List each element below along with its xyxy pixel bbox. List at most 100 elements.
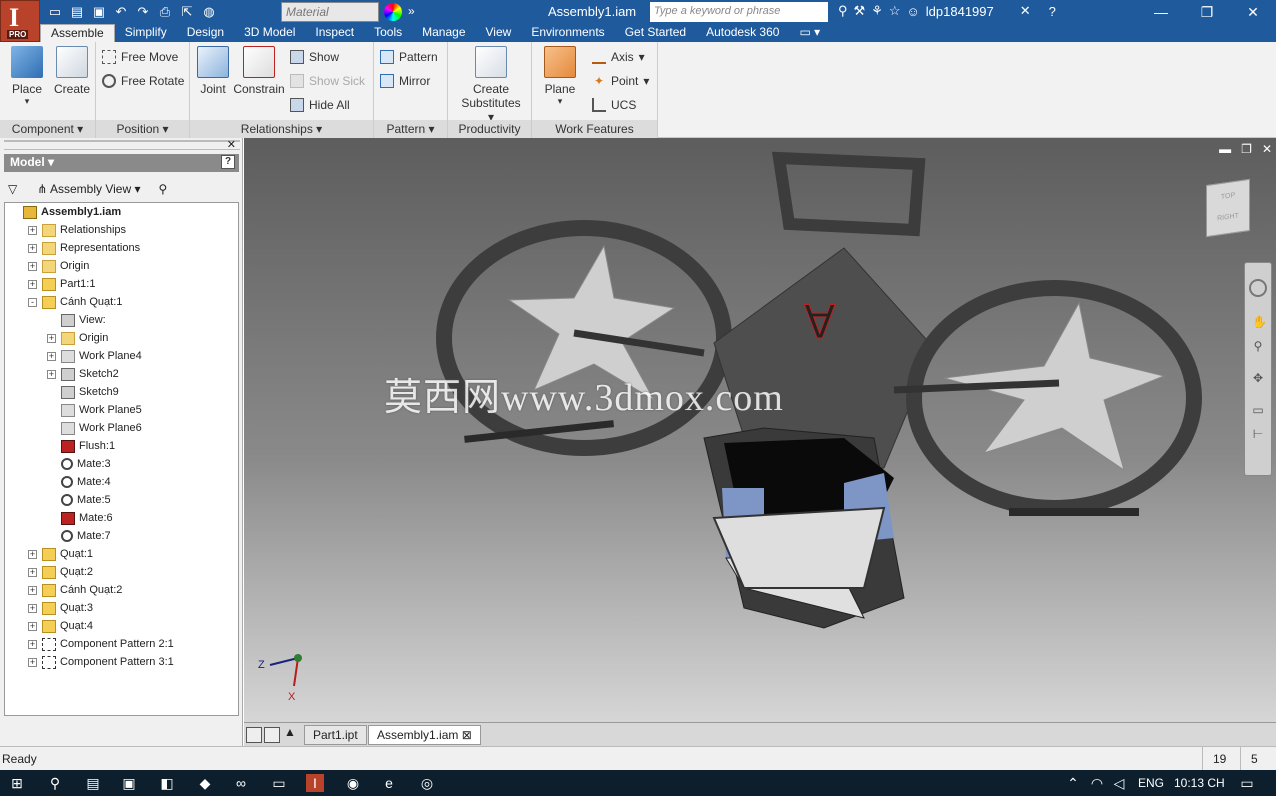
- material-dropdown[interactable]: Material: [281, 2, 379, 22]
- expand-toggle-icon[interactable]: +: [47, 351, 56, 361]
- task-view-icon[interactable]: ▤: [84, 774, 102, 792]
- point-button[interactable]: ✦ Point ▾: [592, 74, 649, 88]
- tree-node[interactable]: Mate:6: [47, 509, 113, 527]
- arrange-windows-icon[interactable]: [264, 727, 280, 743]
- minimize-button[interactable]: —: [1138, 0, 1184, 24]
- tree-node[interactable]: Mate:3: [47, 455, 111, 473]
- hide-all-button[interactable]: Hide All: [290, 98, 350, 112]
- tree-node[interactable]: + Component Pattern 2:1: [28, 635, 174, 653]
- browser-close-icon[interactable]: ✕: [227, 138, 236, 151]
- tree-node[interactable]: Work Plane6: [47, 419, 142, 437]
- ribbon-options-icon[interactable]: ▭ ▾: [789, 24, 830, 42]
- graphics-viewport[interactable]: ▬ ❐ ✕ TOP RIGHT ✋ ⚲ ✥ ▭ ⊢ ∀ Z X 莫西网www.3…: [244, 138, 1276, 722]
- tree-node[interactable]: + Relationships: [28, 221, 126, 239]
- tab-part1[interactable]: Part1.ipt: [304, 725, 367, 745]
- expand-toggle-icon[interactable]: -: [28, 297, 37, 307]
- username[interactable]: ldp1841997: [926, 4, 994, 19]
- open-icon[interactable]: ▤: [68, 3, 86, 20]
- color-override-icon[interactable]: [384, 3, 402, 21]
- tree-node[interactable]: View:: [47, 311, 106, 329]
- tab-close-icon[interactable]: ⊠: [462, 728, 472, 742]
- tree-node[interactable]: + Cánh Quạt:2: [28, 581, 122, 599]
- notifications-icon[interactable]: ▭: [1238, 774, 1256, 792]
- expand-toggle-icon[interactable]: +: [28, 261, 37, 271]
- tree-node[interactable]: - Cánh Quạt:1: [28, 293, 122, 311]
- help-icon[interactable]: ?: [1049, 4, 1056, 19]
- maximize-button[interactable]: ❐: [1184, 0, 1230, 24]
- select-icon[interactable]: ⇱: [178, 3, 196, 20]
- joint-button[interactable]: Joint: [196, 46, 230, 96]
- ucs-button[interactable]: UCS: [592, 98, 636, 112]
- start-icon[interactable]: ⊞: [8, 774, 26, 792]
- expand-toggle-icon[interactable]: +: [28, 621, 37, 631]
- tree-node[interactable]: + Sketch2: [47, 365, 119, 383]
- relationships-panel-title[interactable]: Relationships ▾: [190, 120, 373, 138]
- user-icon[interactable]: ☺: [907, 4, 920, 19]
- tree-node[interactable]: + Quạt:1: [28, 545, 93, 563]
- tab-assemble[interactable]: Assemble: [40, 24, 115, 42]
- tab-design[interactable]: Design: [177, 24, 234, 42]
- save-icon[interactable]: ▣: [90, 3, 108, 20]
- position-panel-title[interactable]: Position ▾: [96, 120, 189, 138]
- clock[interactable]: 10:13 CH: [1174, 776, 1225, 790]
- satellite-icon[interactable]: ⚘: [871, 3, 883, 19]
- close-button[interactable]: ✕: [1230, 0, 1276, 24]
- store-icon[interactable]: ▣: [120, 774, 138, 792]
- tree-node[interactable]: + Quạt:3: [28, 599, 93, 617]
- tree-node[interactable]: + Work Plane4: [47, 347, 142, 365]
- browser-header[interactable]: Model ▾ ?: [4, 154, 239, 172]
- tab-tools[interactable]: Tools: [364, 24, 412, 42]
- star-icon[interactable]: ☆: [889, 3, 901, 19]
- tree-node[interactable]: Flush:1: [47, 437, 115, 455]
- tree-node[interactable]: Sketch9: [47, 383, 119, 401]
- tree-node[interactable]: + Part1:1: [28, 275, 95, 293]
- appearance-icon[interactable]: ◍: [200, 3, 218, 20]
- filter-icon[interactable]: ▽: [8, 182, 17, 196]
- app-icon[interactable]: ◧: [158, 774, 176, 792]
- constrain-button[interactable]: Constrain: [232, 46, 286, 96]
- free-rotate-button[interactable]: Free Rotate: [102, 74, 184, 88]
- pattern-button[interactable]: Pattern: [380, 50, 438, 64]
- search-icon[interactable]: ⚲: [46, 774, 64, 792]
- tree-node[interactable]: Work Plane5: [47, 401, 142, 419]
- expand-toggle-icon[interactable]: +: [28, 585, 37, 595]
- tree-node[interactable]: + Origin: [28, 257, 89, 275]
- volume-icon[interactable]: ◁: [1110, 774, 1128, 792]
- expand-toggle-icon[interactable]: +: [28, 549, 37, 559]
- exchange-icon[interactable]: ✕: [1020, 3, 1031, 19]
- tree-node[interactable]: + Origin: [47, 329, 108, 347]
- tab-3d-model[interactable]: 3D Model: [234, 24, 305, 42]
- autocad-icon[interactable]: ◆: [196, 774, 214, 792]
- tree-node[interactable]: + Quạt:2: [28, 563, 93, 581]
- place-button[interactable]: Place ▾: [8, 46, 46, 107]
- show-button[interactable]: Show: [290, 50, 339, 64]
- tree-node[interactable]: Mate:5: [47, 491, 111, 509]
- tree-node[interactable]: Mate:7: [47, 527, 111, 545]
- green-app-icon[interactable]: ◉: [344, 774, 362, 792]
- axis-button[interactable]: Axis ▾: [592, 50, 645, 64]
- tab-manage[interactable]: Manage: [412, 24, 475, 42]
- binoculars-icon[interactable]: ⚲: [838, 3, 848, 19]
- new-icon[interactable]: ▭: [46, 3, 64, 20]
- tab-view[interactable]: View: [476, 24, 522, 42]
- expand-toggle-icon[interactable]: +: [28, 225, 37, 235]
- language-indicator[interactable]: ENG: [1138, 776, 1164, 790]
- more-icon[interactable]: »: [408, 4, 415, 18]
- create-substitutes-button[interactable]: Create Substitutes ▾: [458, 46, 524, 124]
- free-move-button[interactable]: Free Move: [102, 50, 178, 64]
- tree-node[interactable]: Assembly1.iam: [9, 203, 121, 221]
- tray-expand-icon[interactable]: ⌃: [1064, 774, 1082, 792]
- undo-icon[interactable]: ↶: [112, 3, 130, 20]
- tile-windows-icon[interactable]: [246, 727, 262, 743]
- expand-toggle-icon[interactable]: +: [28, 279, 37, 289]
- network-icon[interactable]: ◠: [1088, 774, 1106, 792]
- tab-assembly1[interactable]: Assembly1.iam ⊠: [368, 725, 481, 745]
- tree-node[interactable]: + Quạt:4: [28, 617, 93, 635]
- tab-inspect[interactable]: Inspect: [305, 24, 364, 42]
- tree-node[interactable]: Mate:4: [47, 473, 111, 491]
- tab-autodesk-360[interactable]: Autodesk 360: [696, 24, 789, 42]
- component-panel-title[interactable]: Component ▾: [0, 120, 95, 138]
- show-sick-button[interactable]: Show Sick: [290, 74, 365, 88]
- tab-environments[interactable]: Environments: [521, 24, 614, 42]
- pattern-panel-title[interactable]: Pattern ▾: [374, 120, 447, 138]
